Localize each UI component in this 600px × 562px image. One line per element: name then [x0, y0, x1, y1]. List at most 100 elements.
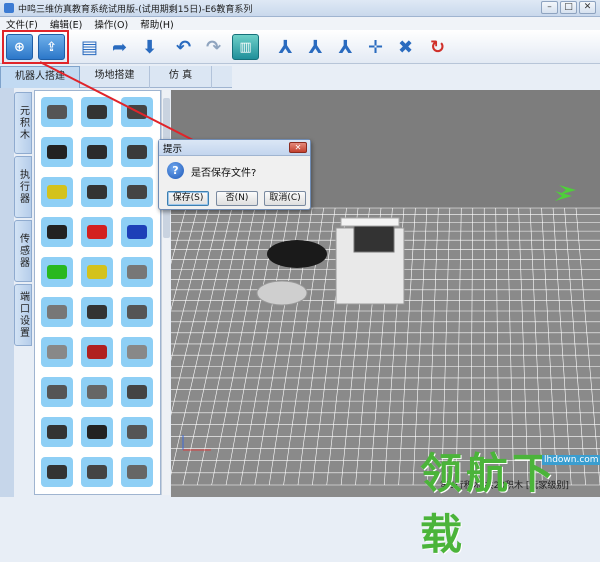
run-icon: ↻	[429, 36, 446, 58]
dialog-message: 是否保存文件?	[191, 168, 257, 179]
part-thumbnail[interactable]	[121, 97, 153, 127]
title-bar: 中鸣三维仿真教育系统试用版-(试用期剩15日)-E6教育系列 – □ ✕	[0, 0, 600, 17]
axis-icon: ⅄	[308, 36, 323, 58]
axis-y-button[interactable]: ⅄	[302, 34, 329, 60]
part-thumbnail[interactable]	[41, 417, 73, 447]
part-thumbnail[interactable]	[81, 257, 113, 287]
part-shape	[127, 305, 147, 319]
wheel-object	[267, 240, 327, 268]
part-thumbnail[interactable]	[121, 337, 153, 367]
save-button[interactable]: 保存(S)	[167, 191, 209, 206]
part-shape	[127, 425, 147, 439]
save-icon: ▤	[80, 36, 98, 58]
dialog-close-button[interactable]: ✕	[289, 142, 307, 153]
part-thumbnail[interactable]	[121, 377, 153, 407]
assemble-icon: ▥	[239, 39, 252, 55]
part-shape	[127, 225, 147, 239]
part-thumbnail[interactable]	[41, 377, 73, 407]
part-shape	[127, 345, 147, 359]
maximize-button[interactable]: □	[560, 1, 577, 14]
part-thumbnail[interactable]	[81, 177, 113, 207]
category-tab-ports[interactable]: 端口设置	[14, 284, 32, 346]
part-shape	[127, 385, 147, 399]
part-shape	[47, 465, 67, 479]
mode-tabs: 机器人搭建 场地搭建 仿 真	[0, 66, 232, 88]
minimize-button[interactable]: –	[541, 1, 558, 14]
part-shape	[127, 145, 147, 159]
menu-file[interactable]: 文件(F)	[6, 17, 38, 31]
part-thumbnail[interactable]	[41, 137, 73, 167]
tab-field-build[interactable]: 场地搭建	[80, 66, 150, 88]
import-icon: ⬇	[141, 36, 158, 58]
parts-palette	[34, 90, 161, 495]
run-button[interactable]: ↻	[424, 34, 451, 60]
undo-icon: ↶	[175, 36, 192, 58]
part-shape	[47, 145, 67, 159]
part-shape	[47, 105, 67, 119]
category-tabs: 元积木 执行器 传感器 端口设置	[14, 92, 32, 348]
part-shape	[87, 425, 107, 439]
category-tab-blocks[interactable]: 元积木	[14, 92, 32, 154]
menu-edit[interactable]: 编辑(E)	[50, 17, 82, 31]
part-thumbnail[interactable]	[121, 457, 153, 487]
part-shape	[87, 465, 107, 479]
export-icon: ➦	[111, 36, 128, 58]
move-icon: ✛	[367, 36, 384, 58]
redo-button[interactable]: ↷	[200, 34, 227, 60]
part-shape	[87, 145, 107, 159]
part-thumbnail[interactable]	[81, 457, 113, 487]
watermark-url: lhdown.com	[542, 455, 600, 465]
part-thumbnail[interactable]	[41, 457, 73, 487]
delete-button[interactable]: ✖	[392, 34, 419, 60]
left-strip	[0, 88, 14, 497]
part-thumbnail[interactable]	[81, 297, 113, 327]
category-tab-actuators[interactable]: 执行器	[14, 156, 32, 218]
axis-x-button[interactable]: ⅄	[272, 34, 299, 60]
redo-icon: ↷	[205, 36, 222, 58]
part-thumbnail[interactable]	[41, 257, 73, 287]
export-button[interactable]: ➦	[106, 34, 133, 60]
part-thumbnail[interactable]	[121, 177, 153, 207]
part-shape	[87, 105, 107, 119]
part-thumbnail[interactable]	[81, 137, 113, 167]
part-thumbnail[interactable]	[81, 217, 113, 247]
part-thumbnail[interactable]	[81, 97, 113, 127]
axis-z-button[interactable]: ⅄	[332, 34, 359, 60]
part-thumbnail[interactable]	[41, 337, 73, 367]
part-thumbnail[interactable]	[81, 377, 113, 407]
category-tab-sensors[interactable]: 传感器	[14, 220, 32, 282]
part-thumbnail[interactable]	[121, 297, 153, 327]
tab-robot-build[interactable]: 机器人搭建	[0, 66, 80, 88]
part-thumbnail[interactable]	[41, 217, 73, 247]
part-thumbnail[interactable]	[41, 177, 73, 207]
part-thumbnail[interactable]	[41, 297, 73, 327]
part-thumbnail[interactable]	[121, 217, 153, 247]
part-thumbnail[interactable]	[121, 417, 153, 447]
part-shape	[47, 185, 67, 199]
part-shape	[47, 425, 67, 439]
part-thumbnail[interactable]	[81, 417, 113, 447]
gear-object	[256, 280, 308, 306]
undo-button[interactable]: ↶	[170, 34, 197, 60]
axis-icon: ⅄	[278, 36, 293, 58]
tab-simulation[interactable]: 仿 真	[150, 66, 212, 88]
no-button[interactable]: 否(N)	[216, 191, 258, 206]
dialog-title: 提示	[159, 140, 310, 156]
menu-help[interactable]: 帮助(H)	[140, 17, 174, 31]
part-thumbnail[interactable]	[121, 257, 153, 287]
app-icon	[4, 3, 14, 13]
part-shape	[127, 265, 147, 279]
save-file-button[interactable]: ▤	[76, 34, 103, 60]
move-button[interactable]: ✛	[362, 34, 389, 60]
cancel-button[interactable]: 取消(C)	[264, 191, 306, 206]
part-thumbnail[interactable]	[41, 97, 73, 127]
menu-bar: 文件(F) 编辑(E) 操作(O) 帮助(H)	[0, 17, 600, 31]
save-prompt-dialog: 提示 ✕ ? 是否保存文件? 保存(S) 否(N) 取消(C)	[158, 139, 311, 210]
close-button[interactable]: ✕	[579, 1, 596, 14]
assemble-button[interactable]: ▥	[232, 34, 259, 60]
part-thumbnail[interactable]	[81, 337, 113, 367]
menu-operate[interactable]: 操作(O)	[94, 17, 128, 31]
import-button[interactable]: ⬇	[136, 34, 163, 60]
part-thumbnail[interactable]	[121, 137, 153, 167]
part-shape	[47, 225, 67, 239]
